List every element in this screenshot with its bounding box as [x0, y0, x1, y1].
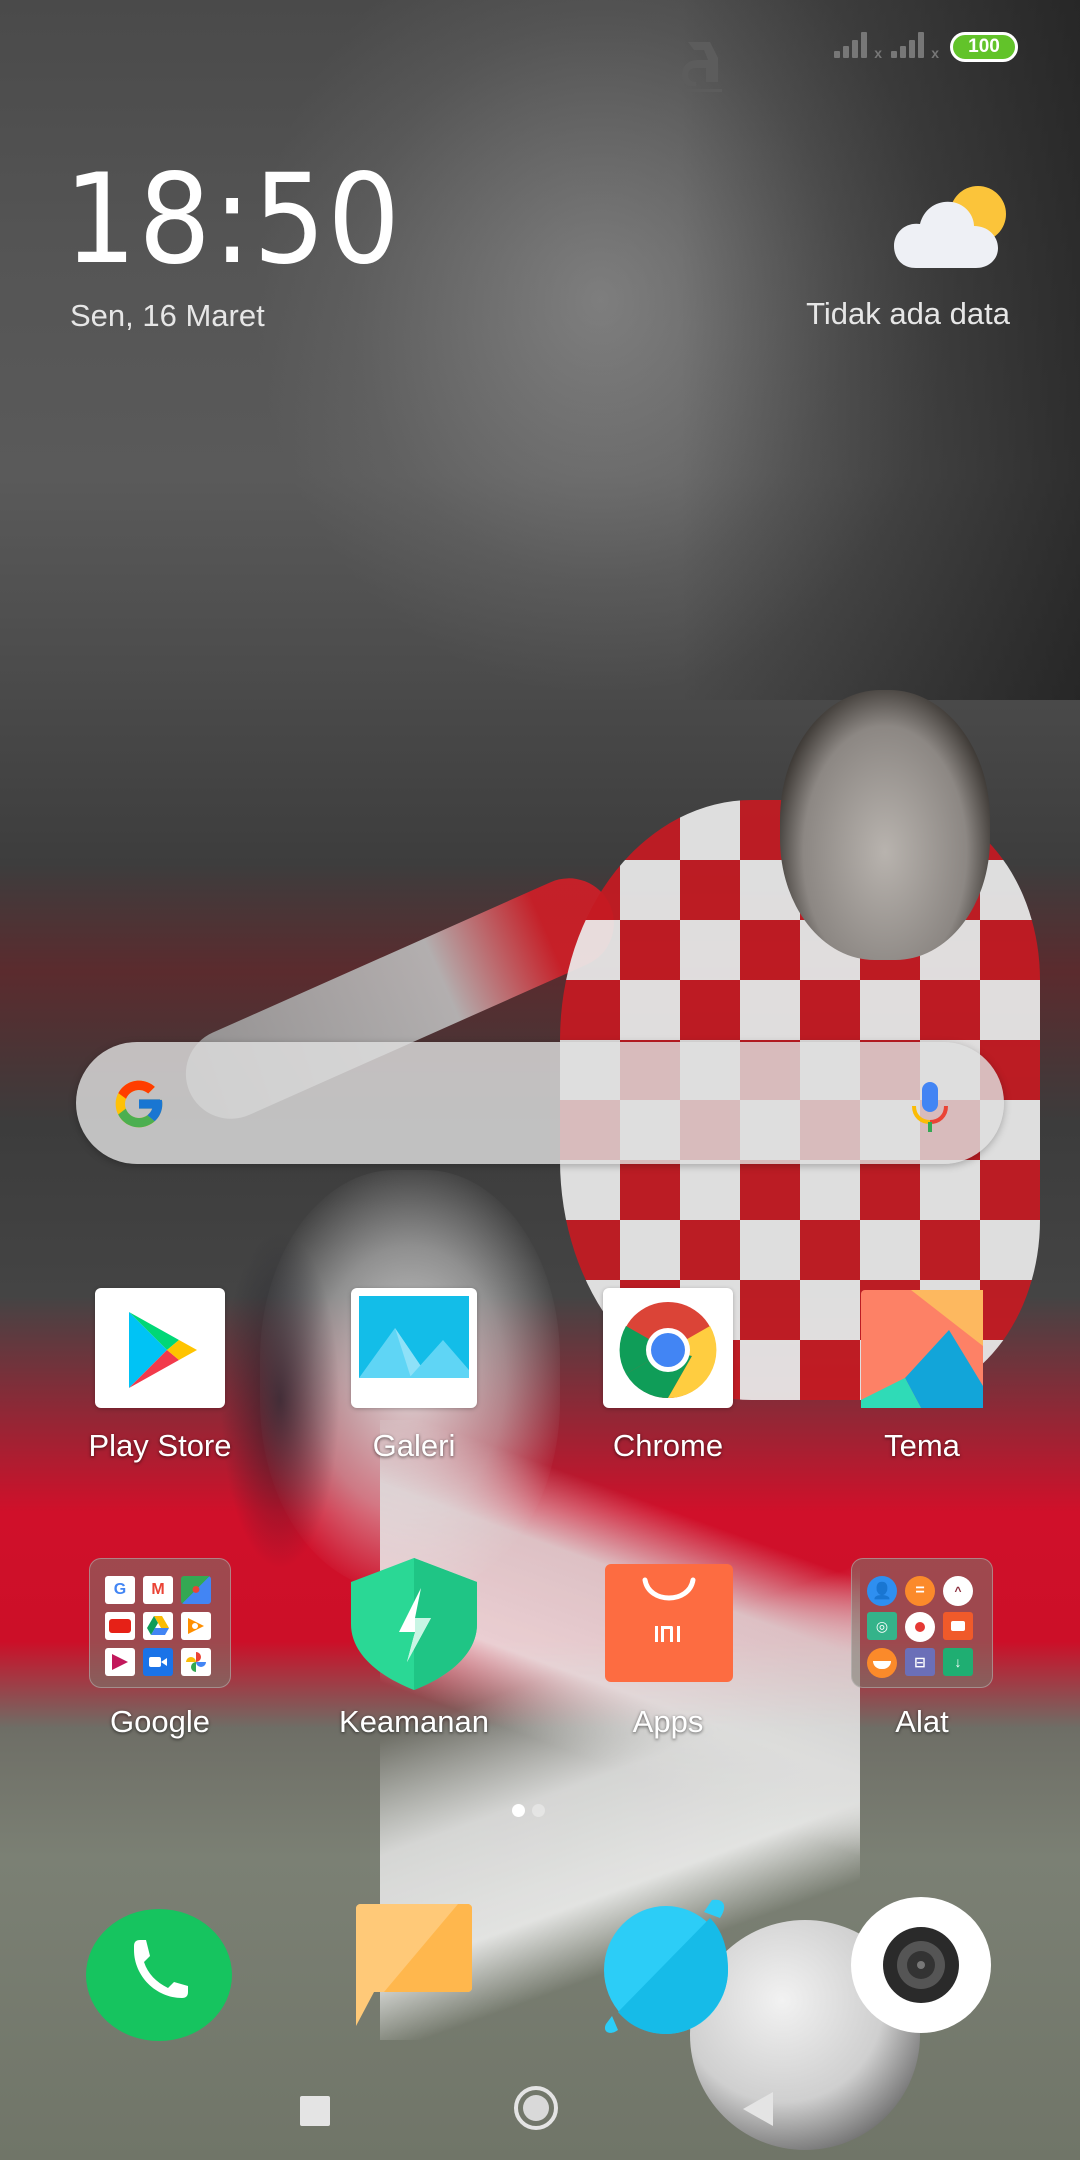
- app-galeri[interactable]: Galeri: [304, 1288, 524, 1464]
- compass-icon: ^: [943, 1576, 973, 1606]
- app-tema[interactable]: Tema: [812, 1288, 1032, 1464]
- recorder-icon: [905, 1612, 935, 1642]
- app-label: Google: [110, 1704, 210, 1739]
- chrome-icon: [603, 1288, 733, 1408]
- gmail-icon: M: [143, 1576, 173, 1604]
- drive-icon: [143, 1612, 173, 1640]
- gallery-icon: [349, 1288, 479, 1408]
- sim1-signal-icon: x: [834, 30, 882, 60]
- duo-icon: [143, 1648, 173, 1676]
- page-indicator: [512, 1804, 572, 1818]
- contacts-icon: 👤: [867, 1576, 897, 1606]
- file-manager-icon: ⊟: [905, 1648, 935, 1676]
- youtube-icon: [105, 1612, 135, 1640]
- messages-icon: [356, 1904, 472, 2026]
- app-label: Chrome: [612, 1428, 724, 1463]
- google-app-icon: G: [105, 1576, 135, 1604]
- feedback-icon: [867, 1648, 897, 1678]
- tools-folder-icon: 👤 = ^ ◎ ⊟ ↓: [851, 1558, 993, 1688]
- wallpaper-player-head: [780, 690, 990, 960]
- security-shield-icon: [349, 1558, 479, 1690]
- navigation-bar: [0, 2060, 1080, 2160]
- calculator-icon: =: [905, 1576, 935, 1606]
- dock-camera[interactable]: [850, 1894, 1000, 2044]
- app-keamanan[interactable]: Keamanan: [304, 1558, 524, 1740]
- app-label: Keamanan: [339, 1704, 489, 1739]
- page-dot[interactable]: [532, 1804, 545, 1817]
- browser-icon: [604, 1899, 728, 2034]
- battery-indicator: 100: [950, 32, 1018, 62]
- scanner-icon: ◎: [867, 1612, 897, 1640]
- play-store-icon: [95, 1288, 225, 1408]
- google-folder-icon: G M ●: [89, 1558, 231, 1688]
- google-g-icon: [110, 1076, 168, 1132]
- app-chrome[interactable]: Chrome: [558, 1288, 778, 1464]
- play-music-icon: [181, 1612, 211, 1640]
- status-bar: x x 100: [0, 0, 1080, 100]
- downloads-icon: ↓: [943, 1648, 973, 1676]
- microphone-icon[interactable]: [908, 1080, 952, 1134]
- app-play-store[interactable]: Play Store: [50, 1288, 270, 1464]
- app-label: Apps: [632, 1704, 704, 1739]
- folder-alat[interactable]: 👤 = ^ ◎ ⊟ ↓ Alat: [812, 1558, 1032, 1740]
- page-dot-active[interactable]: [512, 1804, 525, 1817]
- clock-time[interactable]: 18:50: [64, 158, 402, 282]
- maps-icon: ●: [181, 1576, 211, 1604]
- app-label: Tema: [884, 1428, 960, 1463]
- app-mi-apps[interactable]: Apps: [558, 1564, 778, 1740]
- themes-icon: [857, 1288, 987, 1408]
- partly-cloudy-icon[interactable]: [894, 182, 1010, 272]
- dock-messages[interactable]: [348, 1902, 498, 2052]
- back-icon[interactable]: [743, 2092, 773, 2126]
- camera-icon: [851, 1897, 991, 2033]
- sim2-signal-icon: x: [891, 30, 939, 60]
- recent-apps-icon[interactable]: [300, 2096, 330, 2126]
- mi-apps-icon: [603, 1564, 733, 1684]
- app-label: Galeri: [372, 1428, 456, 1463]
- screen-recorder-icon: [943, 1612, 973, 1640]
- aplikasi-logo-icon: [680, 38, 724, 94]
- wallpaper-shadow: [680, 0, 1080, 700]
- play-movies-icon: [105, 1648, 135, 1676]
- dock-browser[interactable]: [600, 1896, 750, 2046]
- folder-google[interactable]: G M ● Google: [50, 1558, 270, 1740]
- dock-phone[interactable]: [86, 1892, 236, 2042]
- phone-icon: [86, 1909, 232, 2041]
- weather-status[interactable]: Tidak ada data: [806, 296, 1010, 332]
- app-label: Play Store: [88, 1428, 232, 1463]
- google-search-bar[interactable]: [76, 1042, 1004, 1164]
- photos-icon: [181, 1648, 211, 1676]
- clock-date[interactable]: Sen, 16 Maret: [70, 298, 265, 334]
- app-label: Alat: [895, 1704, 949, 1739]
- home-icon[interactable]: [514, 2086, 558, 2130]
